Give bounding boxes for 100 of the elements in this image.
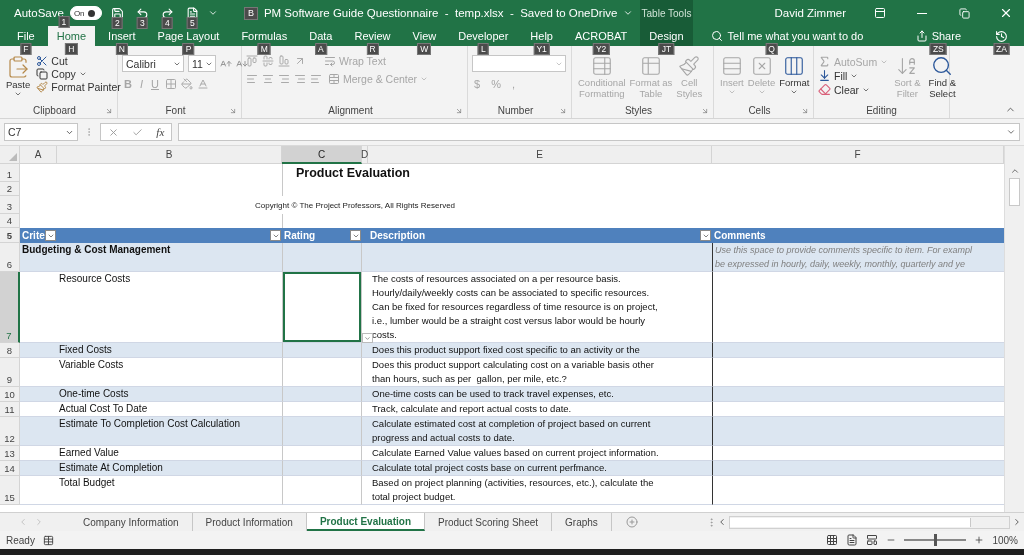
font-name-field[interactable]: Calibri xyxy=(122,55,184,72)
page-layout-icon[interactable] xyxy=(846,534,859,546)
scroll-thumb[interactable] xyxy=(1009,178,1020,206)
select-all-corner[interactable] xyxy=(0,146,20,164)
column-header[interactable]: B xyxy=(57,146,282,164)
add-sheet-icon[interactable] xyxy=(625,516,638,528)
cells-button[interactable]: Format xyxy=(777,55,812,103)
borders-icon[interactable] xyxy=(164,78,177,90)
font-size-field[interactable]: 11 xyxy=(188,55,216,72)
ribbon-tab[interactable]: View xyxy=(403,26,446,46)
horizontal-scrollbar[interactable] xyxy=(729,515,1010,529)
rating-cell[interactable] xyxy=(282,243,362,272)
row-header[interactable]: 6 xyxy=(0,243,20,272)
copy-button[interactable]: Copy xyxy=(36,68,121,80)
row-header[interactable]: 12 xyxy=(0,417,20,446)
format-painter-button[interactable]: Format Painter xyxy=(36,81,121,93)
ribbon-tab[interactable]: Page Layout xyxy=(148,26,229,46)
scroll-left-icon[interactable] xyxy=(717,517,727,527)
caret-icon[interactable] xyxy=(623,8,634,18)
paste-button[interactable]: Paste xyxy=(4,55,33,103)
align-left-icon[interactable] xyxy=(246,73,258,85)
macro-icon[interactable] xyxy=(42,534,54,546)
align-center-icon[interactable] xyxy=(262,73,274,85)
row-header[interactable]: 2 xyxy=(0,182,20,196)
table-cell[interactable] xyxy=(712,476,1004,505)
filter-button[interactable] xyxy=(350,230,361,241)
orientation-icon[interactable] xyxy=(294,55,306,67)
cut-button[interactable]: Cut xyxy=(36,55,121,67)
ribbon-tab[interactable]: Data xyxy=(300,26,342,46)
page-break-icon[interactable] xyxy=(866,534,879,546)
filter-button[interactable] xyxy=(700,230,711,241)
row-header[interactable]: 5 xyxy=(0,228,20,243)
row-header[interactable]: 13 xyxy=(0,446,20,461)
align-middle-icon[interactable] xyxy=(262,55,274,67)
align-top-icon[interactable] xyxy=(246,55,258,67)
align-right-icon[interactable] xyxy=(278,73,290,85)
cancel-icon[interactable] xyxy=(107,126,119,138)
row-header[interactable]: 10 xyxy=(0,387,20,402)
row-header[interactable]: 14 xyxy=(0,461,20,476)
launcher-icon[interactable] xyxy=(455,106,463,115)
row-header[interactable]: 8 xyxy=(0,343,20,358)
ribbon-tab[interactable]: Help xyxy=(521,26,562,46)
grow-font-icon[interactable] xyxy=(220,57,232,70)
ribbon-tab[interactable]: Insert xyxy=(99,26,145,46)
normal-view-icon[interactable] xyxy=(826,534,839,546)
ribbon-tab[interactable]: ACROBAT xyxy=(565,26,637,46)
autosave-toggle[interactable]: On xyxy=(69,6,102,20)
align-bottom-icon[interactable] xyxy=(278,55,290,67)
find-select-button[interactable]: Find & Select xyxy=(926,55,959,103)
indent-icon[interactable] xyxy=(310,73,322,85)
previous-sheet-icon[interactable] xyxy=(18,517,28,527)
name-box[interactable]: C7 xyxy=(4,123,78,141)
ribbon-tab[interactable]: Formulas xyxy=(232,26,297,46)
launcher-icon[interactable] xyxy=(229,106,237,115)
row-header[interactable]: 7 xyxy=(0,272,20,343)
ribbon-tab[interactable]: Review xyxy=(345,26,400,46)
scroll-right-icon[interactable] xyxy=(1012,517,1022,527)
launcher-icon[interactable] xyxy=(105,106,113,115)
clear-button[interactable]: Clear xyxy=(818,83,889,96)
fill-button[interactable]: Fill xyxy=(818,69,889,82)
ribbon-tab[interactable]: Developer xyxy=(449,26,518,46)
number-format-field[interactable] xyxy=(472,55,566,72)
row-header[interactable]: 4 xyxy=(0,214,20,228)
sheet-tab[interactable]: Product Evaluation xyxy=(306,513,425,531)
zoom-thumb[interactable] xyxy=(933,534,937,546)
column-header[interactable]: E xyxy=(368,146,712,164)
indent-icon[interactable] xyxy=(294,73,306,85)
vertical-scrollbar[interactable] xyxy=(1004,146,1024,512)
rating-cell[interactable] xyxy=(282,476,362,505)
next-sheet-icon[interactable] xyxy=(34,517,44,527)
row-header[interactable]: 3 xyxy=(0,196,20,214)
insert-function-button[interactable]: fx xyxy=(156,126,165,138)
formula-input[interactable] xyxy=(178,123,1020,141)
ribbon-tab[interactable]: Design xyxy=(640,26,693,46)
filter-button[interactable] xyxy=(45,230,56,241)
scroll-up-icon[interactable] xyxy=(1009,166,1020,176)
row-header[interactable]: 9 xyxy=(0,358,20,387)
launcher-icon[interactable] xyxy=(701,106,709,115)
shrink-font-icon[interactable] xyxy=(236,57,248,70)
ribbon-tab[interactable]: File xyxy=(8,26,44,46)
rating-cell[interactable] xyxy=(282,272,362,343)
zoom-in-icon[interactable] xyxy=(974,535,985,545)
filter-button[interactable] xyxy=(270,230,281,241)
tell-me-field[interactable]: Tell me what you want to do xyxy=(727,30,864,42)
column-header[interactable]: A xyxy=(20,146,57,164)
check-icon[interactable] xyxy=(132,126,143,138)
launcher-icon[interactable] xyxy=(559,106,567,115)
column-header[interactable]: C xyxy=(282,146,362,164)
font-color-icon[interactable] xyxy=(196,78,209,90)
row-header[interactable]: 15 xyxy=(0,476,20,505)
row-header[interactable]: 1 xyxy=(0,164,20,182)
caret-icon[interactable] xyxy=(207,8,218,18)
column-header[interactable]: F xyxy=(712,146,1004,164)
launcher-icon[interactable] xyxy=(801,106,809,115)
key-tip: Q xyxy=(765,43,778,55)
ribbon-tab[interactable]: Home xyxy=(47,26,96,46)
share-button[interactable]: Share xyxy=(909,26,967,46)
dropdown-button[interactable] xyxy=(362,333,373,343)
fill-color-icon[interactable] xyxy=(180,78,193,90)
row-header[interactable]: 11 xyxy=(0,402,20,417)
